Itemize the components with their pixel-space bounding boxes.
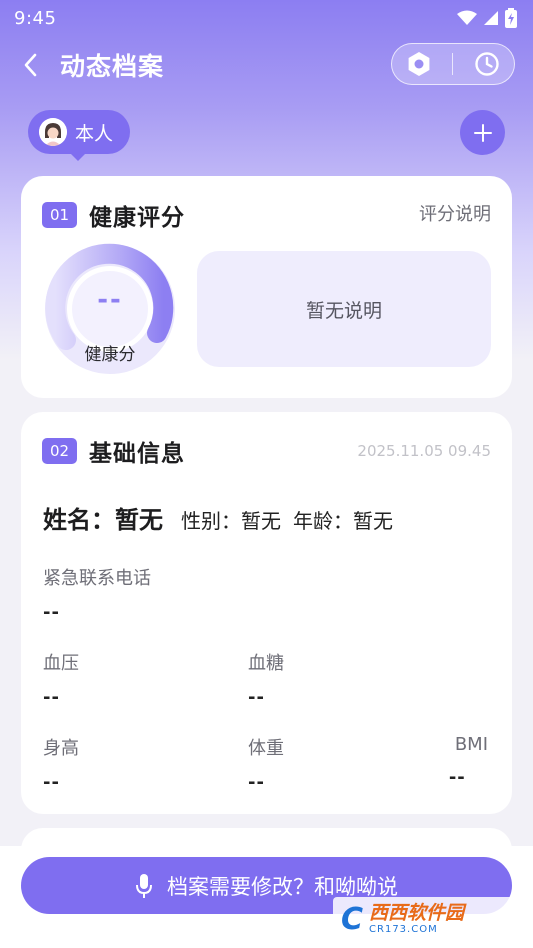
emergency-contact-field: 紧急联系电话 -- [43, 564, 151, 623]
watermark-title: 西西软件园 [369, 902, 465, 925]
watermark-logo: C 西西软件园 CR173.COM [333, 897, 515, 941]
back-button[interactable] [0, 40, 60, 90]
section-number-badge: 01 [42, 202, 77, 228]
blood-pressure-field: 血压 -- [43, 649, 79, 708]
field-value: -- [43, 602, 60, 623]
health-score-card: 01 健康评分 评分说明 -- 健康分 暂无说明 [21, 176, 512, 398]
avatar [39, 118, 67, 146]
health-section-header: 01 健康评分 [42, 198, 185, 232]
height-field: 身高 -- [43, 734, 79, 793]
field-label: BMI [454, 734, 488, 755]
settings-button[interactable] [399, 44, 439, 84]
history-button[interactable] [467, 44, 507, 84]
field-label: 血压 [43, 653, 79, 674]
blood-sugar-field: 血糖 -- [248, 649, 284, 708]
age-value: 年龄：暂无 [293, 509, 393, 533]
section-title: 健康评分 [89, 205, 185, 231]
watermark-sub: CR173.COM [369, 923, 438, 935]
score-description-box: 暂无说明 [197, 251, 491, 367]
chevron-left-icon [24, 53, 37, 77]
signal-icon [484, 11, 498, 25]
field-label: 体重 [248, 738, 284, 759]
watermark-letter: C [341, 901, 364, 937]
gender-value: 性别：暂无 [181, 509, 281, 533]
basic-section-header: 02 基础信息 [42, 434, 185, 468]
wifi-icon [457, 10, 477, 25]
health-score-value: -- [97, 285, 123, 315]
profile-chip-label: 本人 [75, 122, 114, 145]
header-actions-divider [452, 53, 454, 75]
user-avatar-icon [39, 118, 67, 146]
section-title: 基础信息 [89, 441, 185, 467]
health-score-gauge: -- 健康分 [42, 241, 178, 377]
update-timestamp: 2025.11.05 09.45 [357, 442, 491, 460]
section-number-badge: 02 [42, 438, 77, 464]
plus-icon [473, 123, 492, 142]
battery-icon [505, 8, 517, 28]
profile-selector-chip[interactable]: 本人 [28, 110, 130, 161]
microphone-icon [136, 873, 152, 898]
page-title: 动态档案 [60, 52, 165, 81]
bmi-field: BMI -- [449, 734, 488, 788]
name-value: 姓名：暂无 [43, 506, 163, 534]
hexagon-settings-icon [408, 52, 430, 76]
status-time: 9:45 [14, 7, 57, 29]
watermark-text: 西西软件园 CR173.COM [369, 903, 464, 935]
weight-field: 体重 -- [248, 734, 284, 793]
identity-row: 姓名：暂无 性别：暂无 年龄：暂无 [43, 500, 393, 535]
app-header: 动态档案 [0, 40, 533, 90]
field-value: -- [43, 687, 60, 708]
field-value: -- [43, 772, 60, 793]
header-action-group [391, 43, 515, 85]
health-score-label: 健康分 [84, 345, 136, 365]
status-icons [457, 8, 517, 28]
field-label: 紧急联系电话 [43, 568, 151, 589]
basic-info-card: 02 基础信息 2025.11.05 09.45 姓名：暂无 性别：暂无 年龄：… [21, 412, 512, 814]
status-bar: 9:45 [0, 0, 533, 36]
voice-button-label: 档案需要修改？和呦呦说 [167, 874, 398, 899]
add-profile-button[interactable] [460, 110, 505, 155]
field-value: -- [448, 767, 466, 788]
field-value: -- [248, 772, 265, 793]
score-explanation-link[interactable]: 评分说明 [419, 200, 491, 226]
field-value: -- [248, 687, 265, 708]
field-label: 血糖 [248, 653, 284, 674]
clock-icon [475, 52, 499, 76]
field-label: 身高 [43, 738, 79, 759]
